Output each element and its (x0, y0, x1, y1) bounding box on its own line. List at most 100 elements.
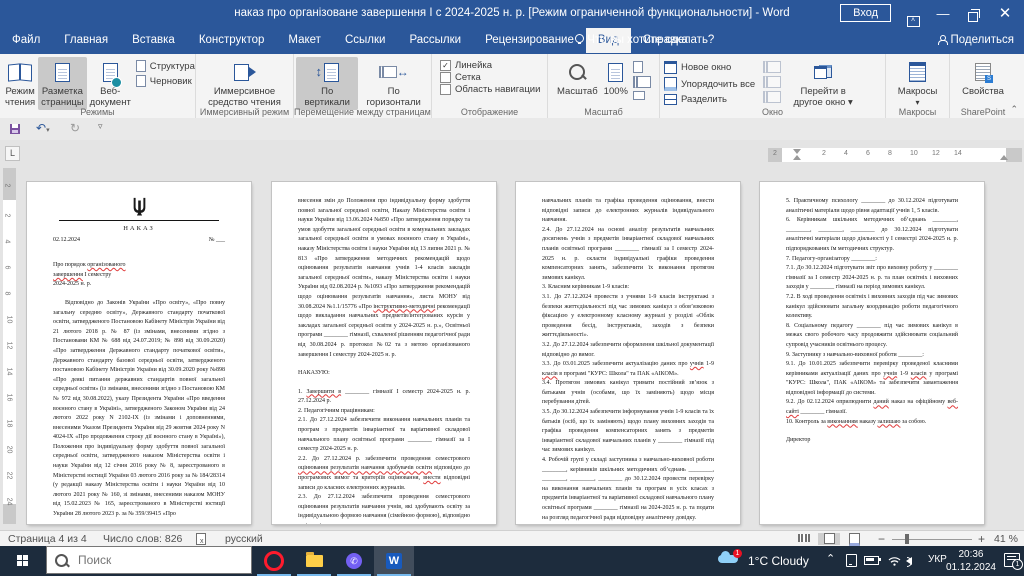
ribbon-tab-6[interactable]: Рассылки (397, 28, 473, 53)
zoom-percentage[interactable]: 41 % (994, 533, 1018, 545)
document-paragraph: 9.2. До 02.12.2024 оприлюднити даний нак… (786, 399, 958, 416)
undo-icon[interactable]: ↶▾ (36, 121, 50, 135)
action-center-icon[interactable]: 1 (1004, 553, 1023, 570)
print-layout-button[interactable]: Разметка страницы (38, 57, 87, 110)
vertical-movement-button[interactable]: ↕ По вертикали (296, 57, 359, 110)
web-layout-view-icon[interactable] (843, 533, 865, 546)
taskbar-explorer-icon[interactable] (294, 546, 334, 576)
person-icon (938, 35, 949, 45)
ribbon-group-sharepoint: S Свойства SharePoint (950, 54, 1016, 118)
document-paragraph: Про порядок організованого (53, 262, 126, 269)
start-button[interactable] (0, 546, 46, 576)
read-mode-view-icon[interactable] (793, 533, 815, 545)
horizontal-ruler[interactable]: 2 2 4 6 8 10 12 14 (768, 148, 1022, 162)
multiple-pages-icon[interactable] (632, 76, 651, 88)
zoom-in-button[interactable]: + (978, 532, 985, 546)
misspelled-text: внести (423, 475, 441, 482)
macros-button[interactable]: Макросы ▾ (895, 57, 941, 110)
ribbon-tab-1[interactable]: Главная (52, 28, 120, 53)
ribbon-display-options-icon[interactable]: ˄ (898, 0, 928, 28)
battery-icon[interactable] (864, 556, 881, 568)
ribbon-tab-3[interactable]: Конструктор (187, 28, 277, 53)
zoom-slider-track[interactable] (892, 539, 972, 540)
taskbar-search[interactable] (46, 546, 252, 574)
navigation-pane-checkbox[interactable]: Область навигации (440, 84, 545, 95)
ruler-checkbox[interactable]: ✓ Линейка (440, 60, 545, 71)
wifi-icon[interactable] (888, 556, 901, 569)
arrange-all-button[interactable]: Упорядочить все (664, 77, 755, 91)
collapse-ribbon-icon[interactable]: ⌃ (1010, 104, 1018, 115)
checkbox-empty-icon (440, 84, 451, 95)
customize-qat-icon[interactable]: ▿ (98, 121, 103, 132)
word-count[interactable]: Число слов: 826 (103, 533, 182, 545)
share-button[interactable]: Поделиться (938, 34, 1014, 46)
ribbon-tab-7[interactable]: Рецензирование (473, 28, 586, 53)
zoom-slider-thumb[interactable] (905, 534, 909, 544)
zoom-100-button[interactable]: 100% (601, 57, 631, 100)
side-to-side-button[interactable]: ↔ По горизонтали (358, 57, 429, 110)
ribbon-tab-4[interactable]: Макет (276, 28, 333, 53)
search-icon (55, 553, 70, 567)
properties-button[interactable]: S Свойства (959, 57, 1007, 100)
taskbar-word-icon[interactable]: W (374, 546, 414, 576)
document-page-2[interactable]: внесення змін до Положення про індивідуа… (272, 182, 496, 524)
ribbon-tab-2[interactable]: Вставка (120, 28, 187, 53)
macros-icon (908, 62, 926, 82)
page-indicator[interactable]: Страница 4 из 4 (8, 533, 87, 545)
immersive-reader-button[interactable]: Иммерсивное средство чтения (198, 57, 291, 110)
switch-windows-button[interactable]: Перейти в другое окно ▾ (787, 57, 859, 110)
language-indicator[interactable]: русский (225, 533, 263, 545)
volume-icon[interactable] (906, 556, 912, 568)
hidden-icons-chevron[interactable]: ⌃ (826, 552, 835, 565)
taskbar-opera-icon[interactable] (254, 546, 294, 576)
taskbar-viber-icon[interactable]: ✆ (334, 546, 374, 576)
redo-icon[interactable]: ↻ (70, 121, 80, 135)
split-button[interactable]: Разделить (664, 94, 755, 105)
one-page-icon[interactable] (632, 61, 643, 73)
new-window-button[interactable]: Новое окно (664, 61, 755, 74)
misspelled-text: інструктивно-методичні (373, 303, 436, 310)
minimize-button[interactable]: — (928, 0, 958, 28)
view-side-by-side-icon[interactable] (763, 61, 782, 73)
vertical-ruler[interactable]: 2 2 4 6 8 10 12 14 16 18 20 22 24 (3, 168, 16, 524)
sign-in-button[interactable]: Вход (840, 4, 891, 22)
hanging-indent-marker[interactable] (793, 155, 801, 160)
tab-stop-selector[interactable]: L (5, 146, 20, 161)
device-sync-icon[interactable] (846, 554, 857, 570)
draft-view-button[interactable]: Черновик (135, 75, 195, 87)
reset-window-position-icon[interactable] (763, 91, 782, 103)
tell-me-box[interactable]: Что вы хотите сделать? (575, 34, 714, 46)
document-page-3[interactable]: навчальних планів та графіка проведення … (516, 182, 740, 524)
zoom-out-button[interactable]: − (878, 532, 885, 546)
synchronous-scrolling-icon[interactable] (763, 76, 782, 88)
save-icon[interactable] (10, 123, 20, 137)
document-canvas: L 2 2 4 6 8 10 12 14 2 2 4 6 8 10 12 14 16 18 20 22 24 НАКА… (0, 140, 1024, 530)
book-icon (8, 63, 33, 82)
restore-button[interactable] (958, 0, 988, 28)
zoom-button[interactable]: Масштаб (554, 57, 601, 100)
document-page-1[interactable]: НАКАЗ 02.12.2024 № ___ Про порядок організо… (27, 182, 251, 524)
document-paragraph: 7.2. В ході проведення освітніх і виховн… (786, 293, 958, 320)
document-page-4[interactable]: 5. Практичному психологу ________ до 30.… (760, 182, 984, 524)
date-number-row: 02.12.2024 № ___ (53, 236, 225, 246)
ribbon-tab-5[interactable]: Ссылки (333, 28, 398, 53)
draft-icon (135, 75, 146, 87)
right-indent-marker[interactable] (1000, 155, 1008, 160)
close-button[interactable]: ✕ (990, 0, 1020, 28)
print-layout-view-icon[interactable] (818, 533, 840, 545)
document-paragraph: 3.2. До 27.12.2024 забезпечити оформленн… (542, 341, 714, 358)
search-input[interactable] (76, 552, 230, 568)
clock[interactable]: 20:36 01.12.2024 (946, 548, 996, 574)
language-switcher[interactable]: УКР (928, 554, 947, 565)
gridlines-checkbox[interactable]: Сетка (440, 72, 545, 83)
order-number: № ___ (208, 236, 225, 243)
read-mode-button[interactable]: Режим чтения (2, 57, 38, 110)
outline-view-button[interactable]: Структура (135, 60, 195, 72)
web-layout-button[interactable]: Веб-документ (87, 57, 134, 110)
ribbon-tab-0[interactable]: Файл (0, 28, 52, 53)
date: 01.12.2024 (945, 562, 996, 573)
first-line-indent-marker[interactable] (793, 149, 801, 154)
page-width-icon[interactable] (632, 91, 645, 100)
document-paragraph: 4. Робочій групі у складі заступника з н… (542, 457, 714, 521)
